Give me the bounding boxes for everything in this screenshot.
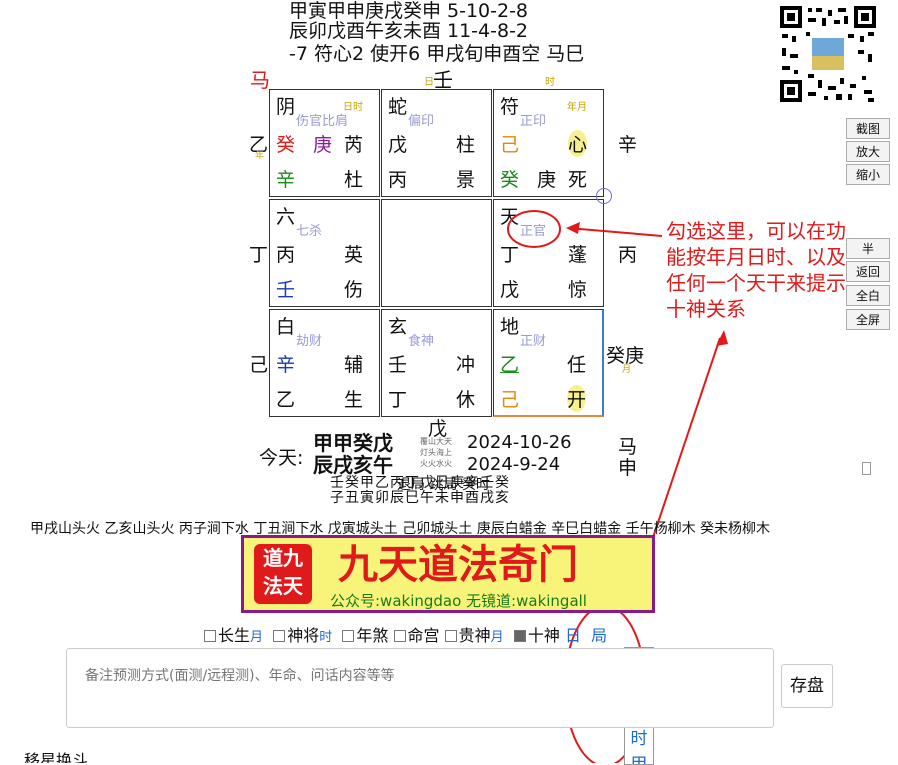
option-changsheng[interactable]: 长生月 <box>204 626 263 645</box>
solar-date: 2024-10-26 <box>467 432 572 453</box>
checkbox[interactable] <box>444 630 457 642</box>
brand-title: 九天道法奇门 <box>338 542 578 588</box>
option-shenjiang[interactable]: 神将时 <box>273 626 332 645</box>
ganzhi-branches-row: 子丑寅卯辰巳午未申酉戌亥 <box>330 490 510 506</box>
today-label: 今天: <box>259 447 304 469</box>
brand-logo: 道九 法天 <box>254 544 312 604</box>
today-nayin: 覆山大天 灯头海上 火火水火 <box>420 437 452 468</box>
today-pillars-1: 甲甲癸戊 <box>313 431 393 455</box>
dropdown-option[interactable]: 时 <box>625 726 653 752</box>
dropdown-option[interactable]: 甲 <box>625 752 653 764</box>
option-shishen[interactable]: 十神 日 <box>513 626 581 645</box>
small-square <box>862 462 871 475</box>
move-star-section[interactable]: 移星换斗 <box>24 748 88 763</box>
checkbox[interactable] <box>393 630 406 642</box>
notes-textarea[interactable] <box>66 648 774 728</box>
brand-subtitle: 公众号:wakingdao 无镜道:wakingall <box>330 592 587 610</box>
option-guishen[interactable]: 贵神月 <box>444 626 504 645</box>
today-tail-2: 申 <box>618 457 638 479</box>
save-button[interactable]: 存盘 <box>781 664 833 708</box>
checkbox[interactable] <box>342 630 355 642</box>
annotation-text: 勾选这里，可以在功能按年月日时、以及任何一个天干来提示十神关系 <box>666 219 846 321</box>
option-minggong[interactable]: 命宫 <box>393 626 440 645</box>
brand-banner: 道九 法天 九天道法奇门 公众号:wakingdao 无镜道:wakingall <box>241 535 655 613</box>
ju-link[interactable]: 局 <box>591 626 607 645</box>
checkbox[interactable] <box>273 630 286 642</box>
option-niansha[interactable]: 年煞 <box>342 626 388 645</box>
options-row: 长生月 神将时 年煞 命宫 贵神月 十神 日 局 <box>204 622 607 646</box>
checkbox-checked[interactable] <box>513 630 526 642</box>
checkbox[interactable] <box>204 630 216 642</box>
